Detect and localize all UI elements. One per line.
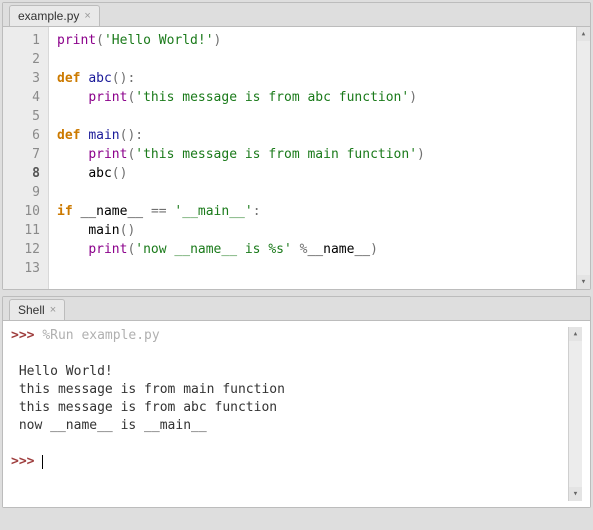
editor-tab-label: example.py (18, 9, 79, 23)
line-number: 3 (3, 69, 40, 88)
line-number: 13 (3, 259, 40, 278)
shell-tab[interactable]: Shell × (9, 299, 65, 320)
code-line: def abc(): (57, 69, 568, 88)
code-editor[interactable]: 12345678910111213 print('Hello World!') … (3, 27, 590, 289)
shell-line (11, 345, 568, 363)
editor-tab-strip: example.py × (3, 3, 590, 27)
code-line: abc() (57, 164, 568, 183)
code-line: print('Hello World!') (57, 31, 568, 50)
shell-line: this message is from abc function (11, 399, 568, 417)
code-line: print('this message is from main functio… (57, 145, 568, 164)
shell-pane: Shell × >>> %Run example.py Hello World!… (2, 296, 591, 508)
scroll-up-icon[interactable]: ▴ (577, 27, 590, 41)
code-line: print('this message is from abc function… (57, 88, 568, 107)
line-number: 10 (3, 202, 40, 221)
shell-scrollbar[interactable]: ▴ ▾ (568, 327, 582, 501)
code-line (57, 107, 568, 126)
code-line: def main(): (57, 126, 568, 145)
line-number: 1 (3, 31, 40, 50)
editor-tab[interactable]: example.py × (9, 5, 100, 26)
close-icon[interactable]: × (50, 305, 56, 316)
line-number: 9 (3, 183, 40, 202)
editor-scrollbar[interactable]: ▴ ▾ (576, 27, 590, 289)
shell-line: >>> (11, 453, 568, 471)
line-number-gutter: 12345678910111213 (3, 27, 49, 289)
scroll-down-icon[interactable]: ▾ (577, 275, 590, 289)
shell-line: this message is from main function (11, 381, 568, 399)
scroll-down-icon[interactable]: ▾ (569, 487, 582, 501)
line-number: 8 (3, 164, 40, 183)
close-icon[interactable]: × (84, 11, 90, 22)
line-number: 2 (3, 50, 40, 69)
shell-area[interactable]: >>> %Run example.py Hello World! this me… (3, 321, 590, 507)
line-number: 5 (3, 107, 40, 126)
code-line: main() (57, 221, 568, 240)
shell-line: now __name__ is __main__ (11, 417, 568, 435)
code-line (57, 183, 568, 202)
editor-pane: example.py × 12345678910111213 print('He… (2, 2, 591, 290)
shell-line (11, 435, 568, 453)
code-line (57, 50, 568, 69)
shell-tab-label: Shell (18, 303, 45, 317)
shell-line: >>> %Run example.py (11, 327, 568, 345)
line-number: 11 (3, 221, 40, 240)
line-number: 4 (3, 88, 40, 107)
scroll-up-icon[interactable]: ▴ (569, 327, 582, 341)
code-line: if __name__ == '__main__': (57, 202, 568, 221)
shell-content[interactable]: >>> %Run example.py Hello World! this me… (11, 327, 568, 501)
code-line: print('now __name__ is %s' %__name__) (57, 240, 568, 259)
shell-tab-strip: Shell × (3, 297, 590, 321)
line-number: 12 (3, 240, 40, 259)
code-area[interactable]: print('Hello World!') def abc(): print('… (49, 27, 576, 289)
line-number: 6 (3, 126, 40, 145)
shell-line: Hello World! (11, 363, 568, 381)
code-line (57, 259, 568, 278)
line-number: 7 (3, 145, 40, 164)
